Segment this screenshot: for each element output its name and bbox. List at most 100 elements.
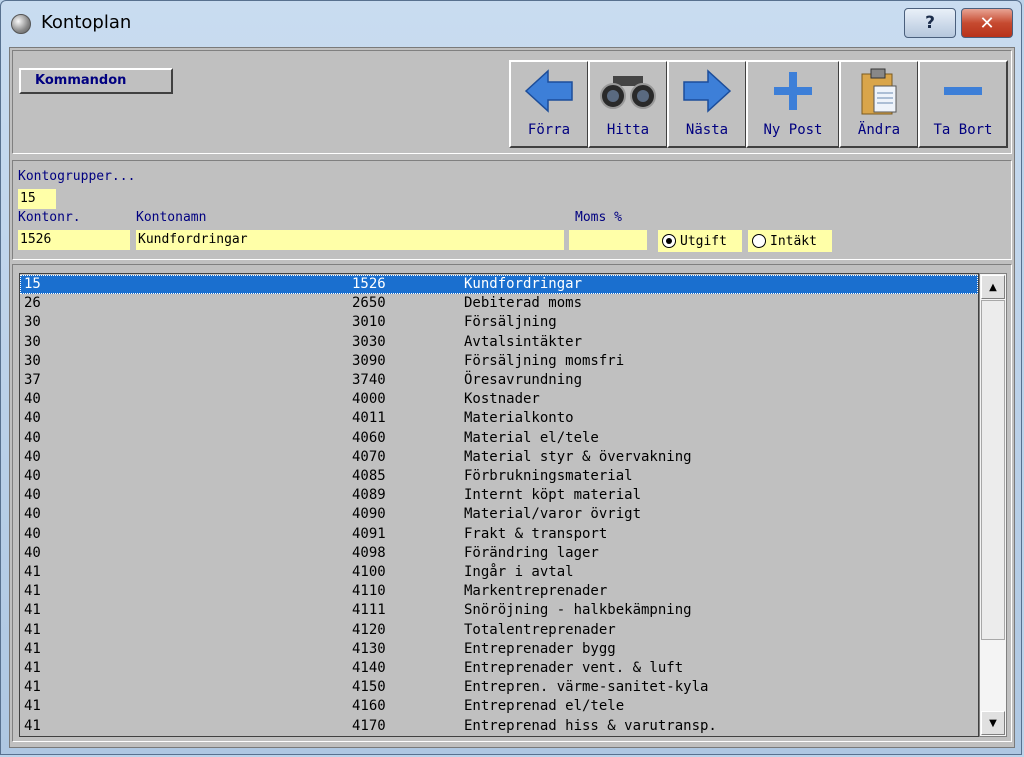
table-row[interactable]: 15 1526 Kundfordringar [20,275,978,294]
table-row[interactable]: 41 4130 Entreprenader bygg [20,640,978,659]
kontogrupper-label[interactable]: Kontogrupper... [18,169,135,184]
account-number-cell: 4091 [352,525,386,542]
account-name-cell: Försäljning momsfri [464,352,625,369]
account-name-cell: Material/varor övrigt [464,506,642,523]
kommandon-button[interactable]: Kommandon [19,68,173,94]
toolbar: Kommandon Förra Hitta Nästa Ny Post Ändr… [12,50,1012,154]
group-cell: 41 [24,660,41,676]
table-row[interactable]: 41 4111 Snöröjning - halkbekämpning [20,601,978,620]
previous-label: Förra [527,122,571,138]
binoculars-icon [590,68,666,114]
group-cell: 40 [24,487,41,504]
group-cell: 26 [24,295,41,312]
group-cell: 41 [24,583,41,600]
account-number-cell: 4089 [352,487,386,504]
account-number-cell: 4111 [352,602,386,619]
edit-label: Ändra [857,122,901,138]
account-name-cell: Totalentreprenader [464,621,616,638]
delete-button[interactable]: Ta Bort [918,60,1008,148]
previous-button[interactable]: Förra [509,60,589,148]
table-row[interactable]: 30 3010 Försäljning [20,313,978,332]
table-row[interactable]: 40 4000 Kostnader [20,390,978,409]
new-post-button[interactable]: Ny Post [746,60,840,148]
table-row[interactable]: 26 2650 Debiterad moms [20,294,978,313]
account-number-cell: 4130 [352,640,386,657]
table-row[interactable]: 40 4060 Material el/tele [20,429,978,448]
account-number-cell: 1526 [352,276,386,292]
moms-label: Moms % [575,210,622,225]
account-name-cell: Entreprenader vent. & luft [464,660,684,676]
account-number-cell: 4160 [352,698,386,715]
group-cell: 41 [24,621,41,638]
table-row[interactable]: 40 4085 Förbrukningsmaterial [20,467,978,486]
group-cell: 41 [24,679,41,696]
account-number-cell: 4110 [352,583,386,600]
table-row[interactable]: 41 4160 Entreprenad el/tele [20,697,978,716]
help-button[interactable]: ? [904,8,956,38]
account-name-cell: Internt köpt material [464,487,642,504]
vertical-scrollbar[interactable]: ▲ ▼ [979,273,1007,737]
account-number-cell: 3740 [352,372,386,388]
scroll-thumb[interactable] [981,300,1005,640]
account-number-cell: 3090 [352,352,386,369]
radio-intakt[interactable]: Intäkt [748,230,832,252]
find-label: Hitta [606,122,650,138]
account-name-cell: Entreprenader bygg [464,640,616,657]
table-row[interactable]: 41 4170 Entreprenad hiss & varutransp. [20,717,978,736]
kontonamn-field[interactable]: Kundfordringar [136,230,564,250]
account-name-cell: Material styr & övervakning [464,448,692,465]
scroll-up-icon[interactable]: ▲ [981,275,1005,299]
table-row[interactable]: 40 4089 Internt köpt material [20,486,978,505]
account-number-cell: 3030 [352,333,386,350]
account-name-cell: Förbrukningsmaterial [464,468,633,484]
radio-unselected-icon [752,234,766,248]
moms-field[interactable] [569,230,647,250]
new-post-label: Ny Post [763,122,823,138]
table-row[interactable]: 41 4140 Entreprenader vent. & luft [20,659,978,678]
radio-utgift[interactable]: Utgift [658,230,742,252]
account-number-cell: 3010 [352,314,386,331]
account-number-cell: 4098 [352,544,386,561]
group-cell: 40 [24,391,41,408]
next-button[interactable]: Nästa [667,60,747,148]
table-row[interactable]: 40 4011 Materialkonto [20,409,978,428]
table-row[interactable]: 40 4070 Material styr & övervakning [20,448,978,467]
group-cell: 40 [24,544,41,561]
group-cell: 30 [24,333,41,350]
kontogrupper-field[interactable]: 15 [18,189,56,209]
table-row[interactable]: 40 4090 Material/varor övrigt [20,505,978,524]
find-button[interactable]: Hitta [588,60,668,148]
table-row[interactable]: 37 3740 Öresavrundning [20,371,978,390]
table-row[interactable]: 41 4150 Entrepren. värme-sanitet-kyla [20,678,978,697]
account-name-cell: Avtalsintäkter [464,333,583,350]
account-list[interactable]: 15 1526 Kundfordringar 26 2650 Debiterad moms… [19,273,979,737]
table-row[interactable]: 40 4091 Frakt & transport [20,525,978,544]
group-cell: 37 [24,372,41,388]
account-name-cell: Frakt & transport [464,525,608,542]
table-row[interactable]: 41 4110 Markentreprenader [20,582,978,601]
group-cell: 41 [24,602,41,619]
scroll-down-icon[interactable]: ▼ [981,711,1005,735]
minus-icon [920,68,1006,114]
radio-utgift-label: Utgift [680,233,727,249]
account-name-cell: Materialkonto [464,410,574,427]
account-number-cell: 4085 [352,468,386,484]
account-number-cell: 4100 [352,564,386,580]
group-cell: 40 [24,525,41,542]
kontonamn-label: Kontonamn [136,210,207,225]
kontonr-label: Kontonr. [18,210,81,225]
account-number-cell: 4170 [352,717,386,734]
table-row[interactable]: 30 3030 Avtalsintäkter [20,333,978,352]
account-name-cell: Debiterad moms [464,295,583,312]
table-row[interactable]: 40 4098 Förändring lager [20,544,978,563]
edit-button[interactable]: Ändra [839,60,919,148]
kontonr-field[interactable]: 1526 [18,230,130,250]
table-row[interactable]: 30 3090 Försäljning momsfri [20,352,978,371]
account-name-cell: Entreprenad hiss & varutransp. [464,717,717,734]
group-cell: 30 [24,314,41,331]
close-button[interactable]: ✕ [961,8,1013,38]
account-name-cell: Entrepren. värme-sanitet-kyla [464,679,709,696]
table-row[interactable]: 41 4120 Totalentreprenader [20,621,978,640]
table-row[interactable]: 41 4100 Ingår i avtal [20,563,978,582]
group-cell: 15 [24,276,41,292]
